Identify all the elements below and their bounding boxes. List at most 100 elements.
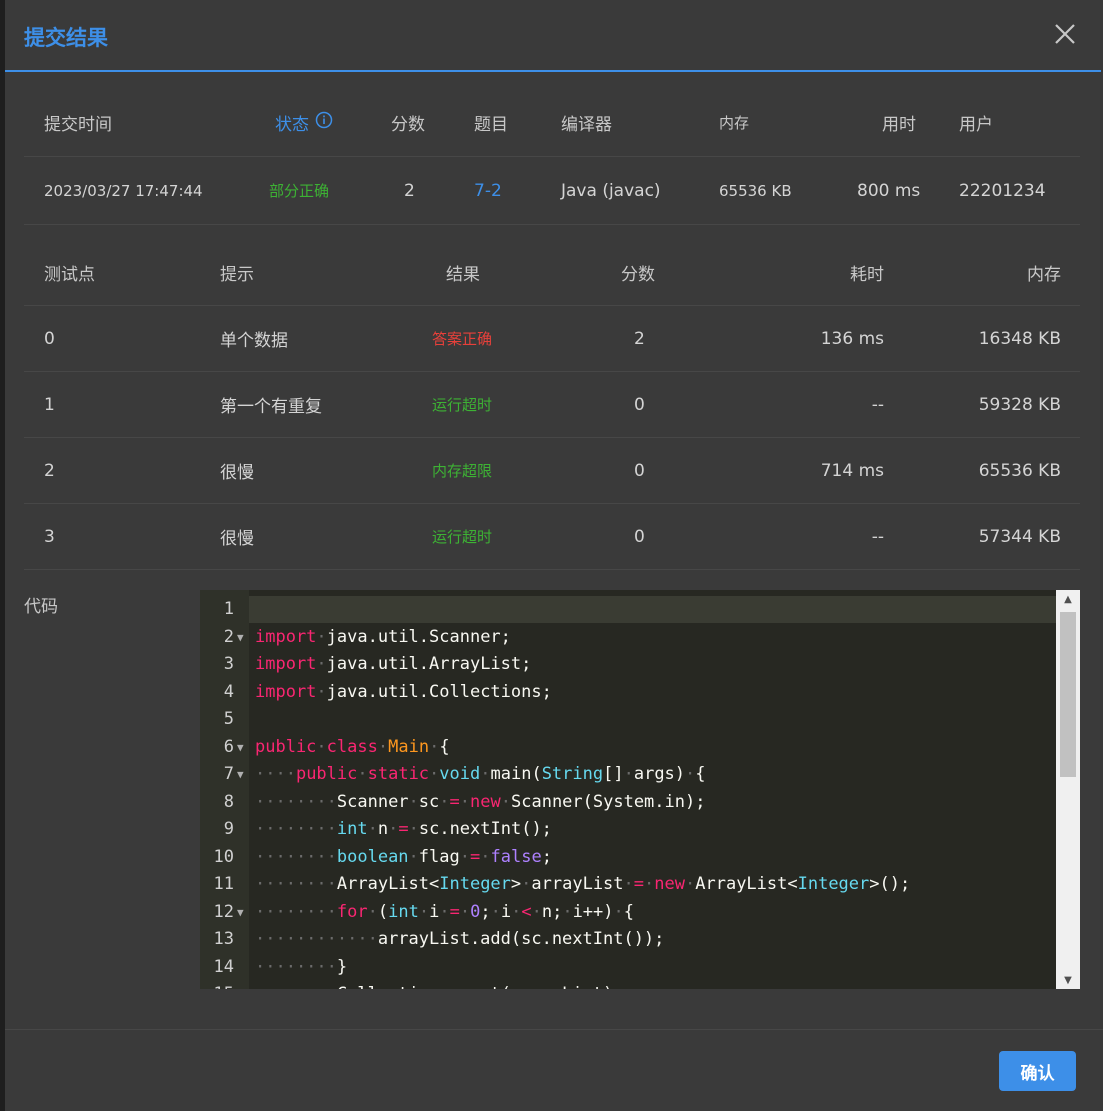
- test-memory: 16348 KB: [978, 328, 1061, 349]
- test-id: 0: [44, 328, 55, 349]
- code-line[interactable]: 14 ········}: [200, 954, 1056, 981]
- code-text: ········int·n·=·sc.nextInt();: [255, 819, 552, 839]
- editor-scrollbar[interactable]: ▲ ▼: [1056, 590, 1080, 989]
- code-text: ········Collections.sort(arrayList);: [255, 981, 623, 989]
- test-score: 0: [634, 460, 645, 481]
- line-number: 10: [213, 846, 234, 867]
- test-result: 答案正确: [432, 330, 493, 348]
- header-test-score: 分数: [621, 264, 655, 285]
- header-duration: 用时: [882, 114, 916, 135]
- code-text: ········}: [255, 956, 348, 977]
- test-result: 运行超时: [432, 396, 493, 414]
- code-editor[interactable]: 1 2 ▼ import·java.util.Scanner; 3 import·java…: [200, 590, 1080, 989]
- status-badge: 部分正确: [269, 182, 330, 200]
- header-test-id: 测试点: [44, 264, 95, 285]
- duration-value: 800 ms: [857, 180, 921, 201]
- submit-time: 2023/03/27 17:47:44: [44, 181, 203, 200]
- code-line[interactable]: 10 ········boolean·flag·=·false;: [200, 844, 1056, 871]
- code-text: ········boolean·flag·=·false;: [255, 846, 552, 867]
- header-problem: 题目: [474, 114, 508, 135]
- line-number: 2: [223, 626, 234, 647]
- summary-header-row: 提交时间 状态 分数 题目 编译器 内存 用时 用户: [24, 88, 1080, 157]
- code-line[interactable]: 2 ▼ import·java.util.Scanner;: [200, 624, 1056, 651]
- test-row: 1 第一个有重复 运行超时 0 -- 59328 KB: [24, 372, 1080, 438]
- line-number: 4: [223, 681, 234, 702]
- code-line[interactable]: 3 import·java.util.ArrayList;: [200, 651, 1056, 678]
- dialog-title: 提交结果: [24, 26, 108, 50]
- line-number: 11: [213, 874, 234, 894]
- code-line[interactable]: 11 ········ArrayList<Integer>·arrayList·=…: [200, 871, 1056, 898]
- test-memory: 57344 KB: [978, 526, 1061, 547]
- header-score: 分数: [391, 114, 425, 135]
- code-text: ········Scanner·sc·=·new·Scanner(System.…: [255, 791, 706, 812]
- info-circle-icon[interactable]: [315, 111, 333, 134]
- code-text: ········ArrayList<Integer>·arrayList·=·n…: [255, 874, 911, 894]
- code-text: public·class·Main·{: [255, 736, 450, 757]
- code-line[interactable]: 13 ············arrayList.add(sc.nextInt()…: [200, 926, 1056, 953]
- header-test-memory: 内存: [1027, 264, 1061, 285]
- header-submit-time: 提交时间: [44, 114, 112, 135]
- tests-header-row: 测试点 提示 结果 分数 耗时 内存: [24, 239, 1080, 306]
- test-hint: 第一个有重复: [220, 397, 322, 417]
- scroll-down-arrow-icon[interactable]: ▼: [1056, 971, 1080, 989]
- test-id: 2: [44, 460, 55, 481]
- line-number: 14: [213, 956, 234, 977]
- test-row: 3 很慢 运行超时 0 -- 57344 KB: [24, 504, 1080, 570]
- line-number: 6: [223, 736, 234, 757]
- fold-toggle-icon[interactable]: ▼: [237, 761, 244, 788]
- confirm-button[interactable]: 确认: [999, 1051, 1076, 1091]
- code-text: ········for·(int·i·=·0;·i·<·n;·i++)·{: [255, 901, 635, 922]
- fold-toggle-icon[interactable]: ▼: [237, 734, 244, 761]
- code-text: import·java.util.Scanner;: [255, 626, 511, 647]
- code-line[interactable]: 15 ········Collections.sort(arrayList);: [200, 981, 1056, 989]
- line-number: 5: [223, 709, 234, 729]
- code-line[interactable]: 9 ········int·n·=·sc.nextInt();: [200, 816, 1056, 843]
- code-text: import·java.util.ArrayList;: [255, 654, 532, 674]
- test-row: 0 单个数据 答案正确 2 136 ms 16348 KB: [24, 306, 1080, 372]
- code-line[interactable]: 8 ········Scanner·sc·=·new·Scanner(System…: [200, 789, 1056, 816]
- test-row: 2 很慢 内存超限 0 714 ms 65536 KB: [24, 438, 1080, 504]
- close-button[interactable]: [1051, 20, 1079, 48]
- fold-toggle-icon[interactable]: ▼: [237, 899, 244, 926]
- user-value: 22201234: [959, 180, 1046, 201]
- code-line[interactable]: 1: [200, 596, 1056, 623]
- test-time: --: [871, 526, 884, 547]
- line-number: 3: [223, 654, 234, 674]
- code-line[interactable]: 5: [200, 706, 1056, 733]
- line-number: 8: [223, 791, 234, 812]
- code-line[interactable]: 12 ▼ ········for·(int·i·=·0;·i·<·n;·i++)·{: [200, 899, 1056, 926]
- code-text: ············arrayList.add(sc.nextInt());: [255, 929, 665, 949]
- code-text: ····public·static·void·main(String[]·arg…: [255, 764, 706, 784]
- test-score: 0: [634, 394, 645, 415]
- test-score: 2: [634, 328, 645, 349]
- header-hint: 提示: [220, 264, 254, 285]
- header-result: 结果: [446, 264, 480, 285]
- code-line[interactable]: 4 import·java.util.Collections;: [200, 679, 1056, 706]
- line-number: 15: [200, 981, 234, 989]
- fold-toggle-icon[interactable]: ▼: [237, 624, 244, 651]
- problem-link[interactable]: 7-2: [474, 157, 502, 224]
- scroll-up-arrow-icon[interactable]: ▲: [1056, 590, 1080, 608]
- test-hint: 单个数据: [220, 331, 288, 351]
- score-value: 2: [404, 180, 415, 201]
- compiler-value: Java (javac): [561, 180, 661, 201]
- memory-value: 65536 KB: [719, 181, 792, 200]
- scrollbar-thumb[interactable]: [1060, 612, 1076, 777]
- test-score: 0: [634, 526, 645, 547]
- code-line[interactable]: 6 ▼ public·class·Main·{: [200, 734, 1056, 761]
- code-text: import·java.util.Collections;: [255, 681, 552, 702]
- test-hint: 很慢: [220, 529, 254, 549]
- code-line[interactable]: 7 ▼ ····public·static·void·main(String[]·a…: [200, 761, 1056, 788]
- line-number: 12: [213, 901, 234, 922]
- test-memory: 65536 KB: [978, 460, 1061, 481]
- header-user: 用户: [959, 114, 993, 135]
- header-status[interactable]: 状态: [275, 88, 333, 156]
- test-time: --: [871, 394, 884, 415]
- test-result: 运行超时: [432, 528, 493, 546]
- summary-row: 2023/03/27 17:47:44 部分正确 2 7-2 Java (jav…: [24, 157, 1080, 225]
- test-time: 714 ms: [820, 460, 884, 481]
- test-memory: 59328 KB: [978, 394, 1061, 415]
- test-hint: 很慢: [220, 463, 254, 483]
- submission-result-dialog: 提交结果 提交时间 状态 分数 题目 编译器 内存 用时 用户 2023/03/…: [5, 0, 1103, 1111]
- header-test-time: 耗时: [850, 264, 884, 285]
